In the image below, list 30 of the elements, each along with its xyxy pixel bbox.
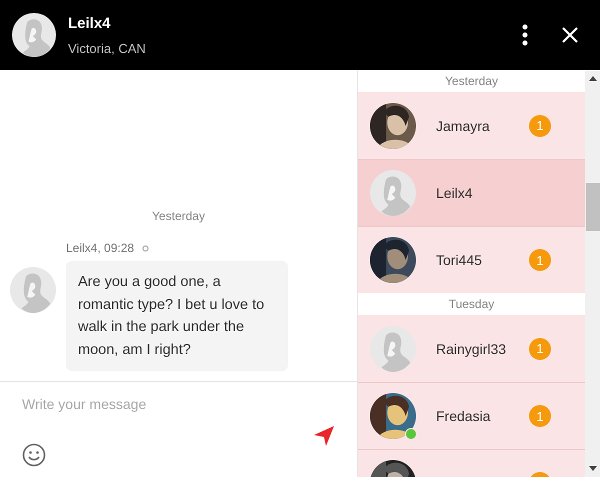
contact-name: Fredasia bbox=[436, 408, 492, 424]
date-label: Yesterday bbox=[152, 209, 205, 223]
contact-name: Jamayra bbox=[436, 118, 491, 134]
scroll-up-icon[interactable] bbox=[589, 76, 597, 81]
message-bubble: Are you a good one, a romantic type? I bet u love to walk in the park under the moon, am I right? bbox=[66, 261, 288, 371]
scrollbar[interactable] bbox=[585, 70, 600, 477]
status-icon bbox=[142, 244, 150, 252]
date-label: Tuesday bbox=[358, 293, 585, 315]
contact-name: Leilx4 bbox=[436, 185, 474, 201]
unread-badge: 1 bbox=[529, 405, 551, 427]
contact-name: Rainygirl33 bbox=[436, 340, 508, 356]
avatar-icon bbox=[370, 326, 416, 372]
date-label: Yesterday bbox=[358, 70, 585, 92]
avatar-icon bbox=[10, 267, 56, 313]
unread-badge: 1 bbox=[529, 338, 551, 360]
more-icon[interactable] bbox=[522, 24, 528, 46]
contact-location: Victoria, CAN bbox=[68, 40, 147, 56]
scroll-down-icon[interactable] bbox=[589, 466, 597, 471]
contact-name: Tori445 bbox=[436, 252, 483, 268]
unread-badge: 1 bbox=[529, 249, 551, 271]
scrollbar-thumb[interactable] bbox=[586, 183, 600, 231]
send-icon[interactable] bbox=[313, 425, 335, 447]
unread-badge: 1 bbox=[529, 114, 551, 136]
message-meta: Leilx4, 09:28 bbox=[66, 241, 134, 255]
avatar-icon bbox=[12, 13, 56, 57]
close-icon[interactable] bbox=[562, 27, 578, 43]
avatar-icon bbox=[370, 170, 416, 216]
contact-item[interactable]: Leilx4 bbox=[358, 159, 585, 226]
emoji-icon[interactable] bbox=[22, 443, 46, 467]
contact-name: Leilx4 bbox=[68, 14, 112, 32]
